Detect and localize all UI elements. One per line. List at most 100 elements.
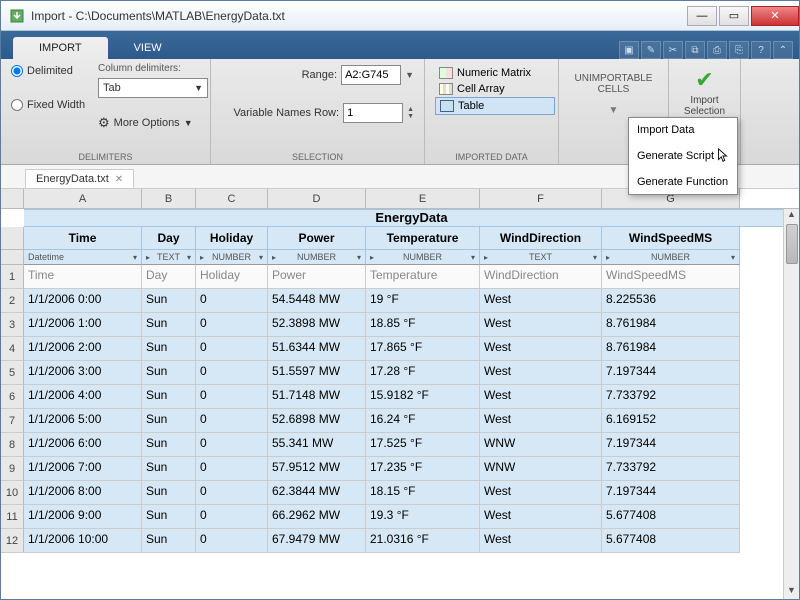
qat-icon-5[interactable]: ⎙ bbox=[707, 41, 727, 59]
data-cell[interactable]: 52.3898 MW bbox=[268, 313, 366, 337]
data-cell[interactable]: 1/1/2006 4:00 bbox=[24, 385, 142, 409]
data-cell[interactable]: West bbox=[480, 529, 602, 553]
data-cell[interactable]: Sun bbox=[142, 409, 196, 433]
data-cell[interactable]: 8.225536 bbox=[602, 289, 740, 313]
data-cell[interactable]: 21.0316 °F bbox=[366, 529, 480, 553]
data-cell[interactable]: 5.677408 bbox=[602, 529, 740, 553]
data-cell[interactable]: West bbox=[480, 481, 602, 505]
menu-import-data[interactable]: Import Data bbox=[629, 118, 737, 142]
col-letter[interactable]: C bbox=[196, 189, 268, 208]
col-letter[interactable]: D bbox=[268, 189, 366, 208]
file-tab[interactable]: EnergyData.txt ✕ bbox=[25, 169, 134, 188]
radio-delimited[interactable] bbox=[11, 65, 23, 77]
chevron-down-icon[interactable]: ▼ bbox=[405, 70, 414, 80]
data-cell[interactable]: Sun bbox=[142, 361, 196, 385]
data-cell[interactable]: 51.5597 MW bbox=[268, 361, 366, 385]
row-number[interactable]: 7 bbox=[1, 409, 24, 433]
qat-icon-4[interactable]: ⧉ bbox=[685, 41, 705, 59]
menu-generate-script[interactable]: Generate Script bbox=[629, 142, 737, 170]
data-cell[interactable]: 0 bbox=[196, 529, 268, 553]
col-letter[interactable]: A bbox=[24, 189, 142, 208]
data-cell[interactable]: Sun bbox=[142, 481, 196, 505]
data-cell[interactable]: 0 bbox=[196, 289, 268, 313]
output-numeric-matrix[interactable]: Numeric Matrix bbox=[435, 65, 555, 81]
row-number[interactable]: 4 bbox=[1, 337, 24, 361]
data-cell[interactable]: 1/1/2006 1:00 bbox=[24, 313, 142, 337]
radio-fixed-width[interactable] bbox=[11, 99, 23, 111]
data-cell[interactable]: 6.169152 bbox=[602, 409, 740, 433]
qat-icon-3[interactable]: ✂ bbox=[663, 41, 683, 59]
col-letter[interactable]: B bbox=[142, 189, 196, 208]
data-cell[interactable]: 17.235 °F bbox=[366, 457, 480, 481]
qat-icon-6[interactable]: ⎘ bbox=[729, 41, 749, 59]
data-cell[interactable]: Sun bbox=[142, 529, 196, 553]
data-cell[interactable]: 1/1/2006 5:00 bbox=[24, 409, 142, 433]
data-cell[interactable]: Sun bbox=[142, 505, 196, 529]
data-cell[interactable]: Sun bbox=[142, 289, 196, 313]
tab-view[interactable]: VIEW bbox=[108, 37, 188, 59]
data-cell[interactable]: WNW bbox=[480, 433, 602, 457]
var-type-dropdown[interactable]: ▸TEXT▾ bbox=[480, 250, 602, 265]
data-cell[interactable]: 19 °F bbox=[366, 289, 480, 313]
data-cell[interactable]: 1/1/2006 2:00 bbox=[24, 337, 142, 361]
data-cell[interactable]: 55.341 MW bbox=[268, 433, 366, 457]
spinner-down-icon[interactable]: ▼ bbox=[407, 113, 414, 120]
data-cell[interactable]: 16.24 °F bbox=[366, 409, 480, 433]
col-letter[interactable]: F bbox=[480, 189, 602, 208]
scroll-thumb[interactable] bbox=[786, 224, 798, 264]
row-number[interactable]: 2 bbox=[1, 289, 24, 313]
qat-collapse-icon[interactable]: ⌃ bbox=[773, 41, 793, 59]
data-cell[interactable]: 17.525 °F bbox=[366, 433, 480, 457]
var-type-dropdown[interactable]: ▸NUMBER▾ bbox=[366, 250, 480, 265]
data-cell[interactable]: 0 bbox=[196, 505, 268, 529]
data-cell[interactable]: West bbox=[480, 337, 602, 361]
data-cell[interactable]: 0 bbox=[196, 337, 268, 361]
data-cell[interactable]: 7.197344 bbox=[602, 481, 740, 505]
data-cell[interactable]: Sun bbox=[142, 385, 196, 409]
data-cell[interactable]: Sun bbox=[142, 457, 196, 481]
var-type-dropdown[interactable]: ▸NUMBER▾ bbox=[602, 250, 740, 265]
data-cell[interactable]: Holiday bbox=[196, 265, 268, 289]
data-cell[interactable]: 7.197344 bbox=[602, 433, 740, 457]
data-cell[interactable]: 66.2962 MW bbox=[268, 505, 366, 529]
data-cell[interactable]: 7.733792 bbox=[602, 385, 740, 409]
range-input[interactable] bbox=[341, 65, 401, 85]
data-cell[interactable]: 52.6898 MW bbox=[268, 409, 366, 433]
data-cell[interactable]: 0 bbox=[196, 385, 268, 409]
var-type-dropdown[interactable]: Datetime▾ bbox=[24, 250, 142, 265]
row-number[interactable]: 8 bbox=[1, 433, 24, 457]
scroll-down-icon[interactable]: ▼ bbox=[784, 585, 799, 599]
output-cell-array[interactable]: Cell Array bbox=[435, 81, 555, 97]
data-cell[interactable]: 19.3 °F bbox=[366, 505, 480, 529]
data-cell[interactable]: 18.85 °F bbox=[366, 313, 480, 337]
var-name[interactable]: Day bbox=[142, 227, 196, 250]
data-cell[interactable]: 1/1/2006 9:00 bbox=[24, 505, 142, 529]
varrow-input[interactable] bbox=[343, 103, 403, 123]
close-button[interactable]: ✕ bbox=[751, 6, 799, 26]
data-cell[interactable]: 1/1/2006 3:00 bbox=[24, 361, 142, 385]
var-name[interactable]: Holiday bbox=[196, 227, 268, 250]
data-cell[interactable]: 8.761984 bbox=[602, 313, 740, 337]
data-cell[interactable]: 51.6344 MW bbox=[268, 337, 366, 361]
var-type-dropdown[interactable]: ▸NUMBER▾ bbox=[268, 250, 366, 265]
data-cell[interactable]: West bbox=[480, 313, 602, 337]
data-cell[interactable]: 54.5448 MW bbox=[268, 289, 366, 313]
var-name[interactable]: Power bbox=[268, 227, 366, 250]
qat-icon-1[interactable]: ▣ bbox=[619, 41, 639, 59]
data-cell[interactable]: West bbox=[480, 505, 602, 529]
data-cell[interactable]: 7.197344 bbox=[602, 361, 740, 385]
data-cell[interactable]: 7.733792 bbox=[602, 457, 740, 481]
data-cell[interactable]: WindDirection bbox=[480, 265, 602, 289]
data-cell[interactable]: 0 bbox=[196, 409, 268, 433]
data-cell[interactable]: Sun bbox=[142, 313, 196, 337]
data-cell[interactable]: 17.28 °F bbox=[366, 361, 480, 385]
col-letter[interactable]: E bbox=[366, 189, 480, 208]
spinner-up-icon[interactable]: ▲ bbox=[407, 106, 414, 113]
minimize-button[interactable]: — bbox=[687, 6, 717, 26]
row-number[interactable]: 9 bbox=[1, 457, 24, 481]
row-number[interactable]: 1 bbox=[1, 265, 24, 289]
data-cell[interactable]: 0 bbox=[196, 313, 268, 337]
var-name[interactable]: Time bbox=[24, 227, 142, 250]
var-type-dropdown[interactable]: ▸TEXT▾ bbox=[142, 250, 196, 265]
more-options[interactable]: ⚙ More Options ▼ bbox=[98, 115, 193, 131]
